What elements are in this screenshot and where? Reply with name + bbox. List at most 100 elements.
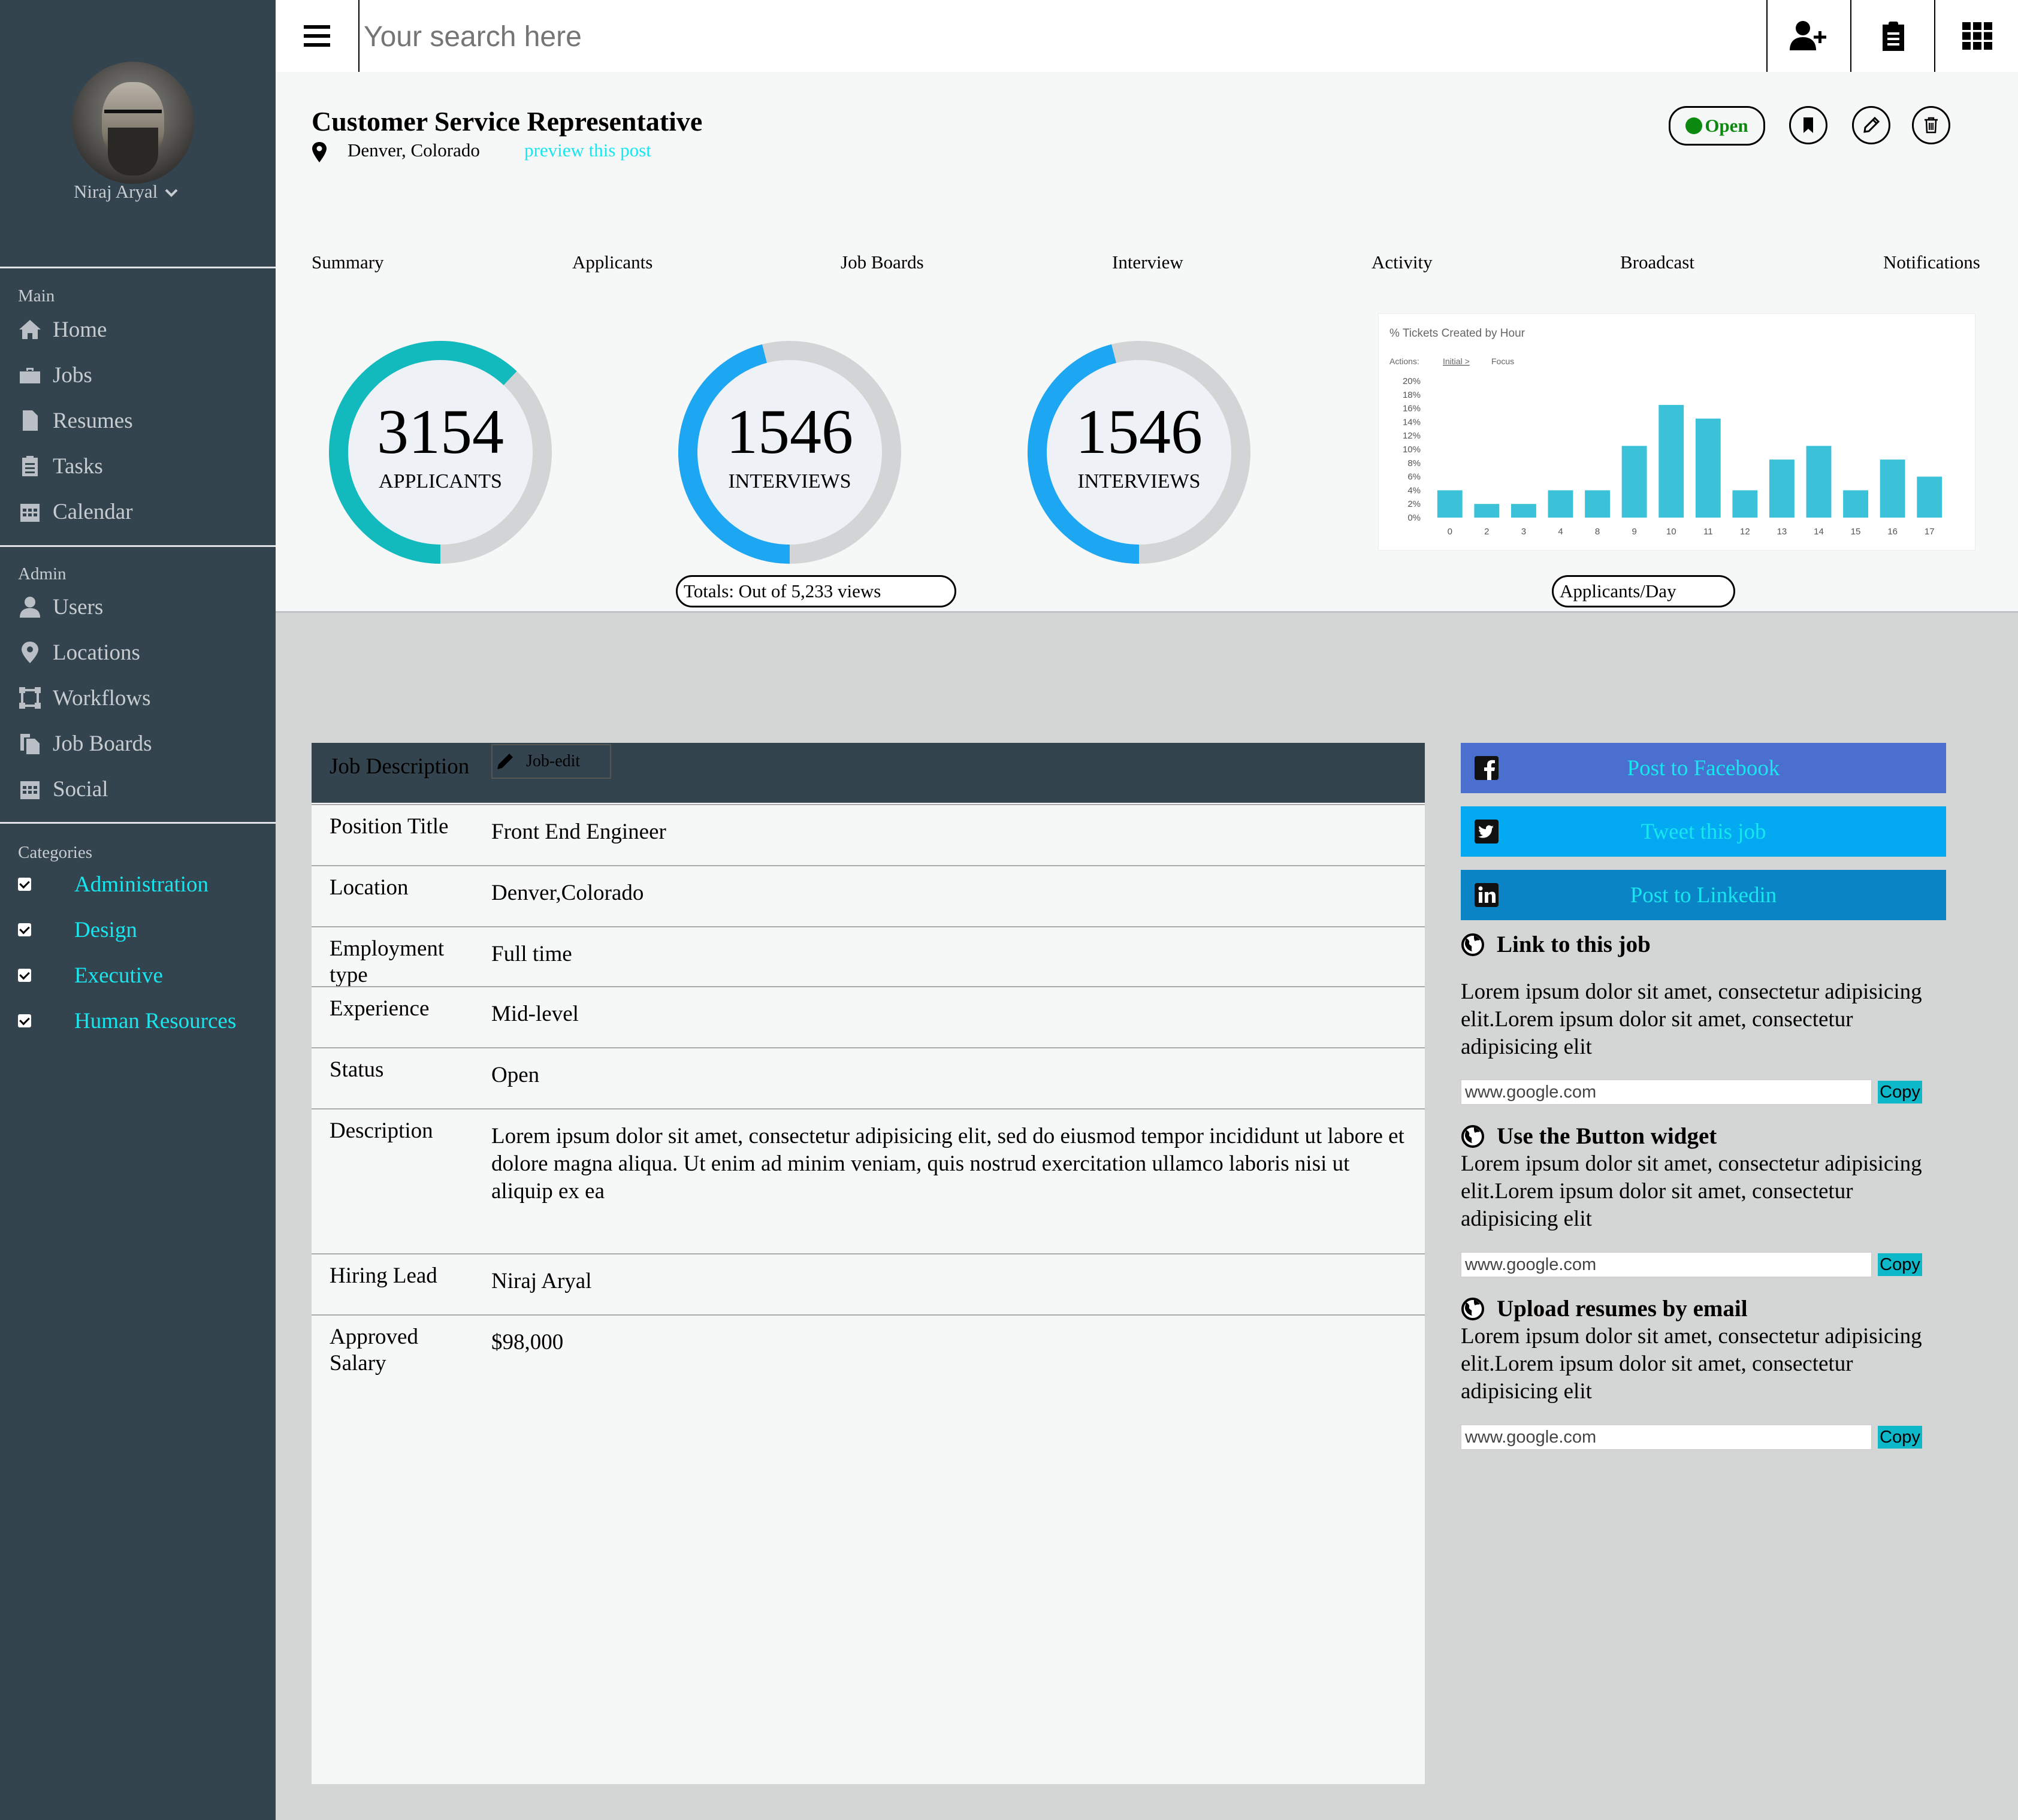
workflow-icon (19, 687, 41, 709)
user-icon (20, 597, 40, 618)
table-row: Hiring Lead Niraj Aryal (312, 1253, 1425, 1314)
avatar[interactable] (72, 62, 194, 184)
top-bar (276, 0, 2018, 72)
search-input[interactable] (362, 12, 1563, 61)
tweet-job-button[interactable]: Tweet this job (1461, 806, 1946, 857)
category-checkbox[interactable] (18, 923, 31, 936)
x-tick-label: 8 (1595, 527, 1600, 537)
sidebar-item-home[interactable]: Home (18, 312, 107, 347)
sidebar-item-social[interactable]: Social (18, 771, 108, 807)
category-administration[interactable]: Administration (18, 866, 209, 902)
sidebar-divider (0, 545, 276, 547)
job-header: Customer Service Representative Denver, … (276, 72, 2018, 613)
sidebar-item-jobs[interactable]: Jobs (18, 357, 92, 393)
y-tick-label: 18% (1403, 390, 1421, 400)
job-link-input[interactable] (1461, 1080, 1872, 1105)
category-human-resources[interactable]: Human Resources (18, 1003, 236, 1039)
chart-actions-label: Actions: (1389, 356, 1419, 366)
x-tick-label: 3 (1521, 527, 1526, 537)
applicants-day-label: Applicants/Day (1552, 575, 1735, 607)
sidebar-item-job-boards[interactable]: Job Boards (18, 725, 152, 761)
stat-label: INTERVIEWS (728, 470, 851, 492)
category-checkbox[interactable] (18, 969, 31, 982)
sidebar-item-label: Workflows (53, 685, 151, 711)
tab-activity[interactable]: Activity (1371, 252, 1433, 273)
calendar-icon (20, 504, 40, 522)
row-label: Approved Salary (330, 1325, 418, 1375)
x-tick-label: 15 (1851, 527, 1861, 537)
user-menu[interactable]: Niraj Aryal (0, 181, 252, 202)
post-to-linkedin-button[interactable]: Post to Linkedin (1461, 870, 1946, 920)
hamburger-icon (304, 25, 330, 47)
y-tick-label: 14% (1403, 417, 1421, 427)
chart-bar (1474, 504, 1500, 518)
copy-button[interactable]: Copy (1878, 1081, 1922, 1104)
preview-post-link[interactable]: preview this post (524, 140, 651, 161)
category-label: Executive (74, 963, 163, 988)
chevron-down-icon (165, 189, 178, 197)
bookmark-button[interactable] (1789, 106, 1827, 144)
x-tick-label: 2 (1484, 527, 1489, 537)
clipboard-button[interactable] (1850, 0, 1935, 72)
share-label: Tweet this job (1641, 819, 1766, 844)
category-checkbox[interactable] (18, 1014, 31, 1027)
table-row: Experience Mid-level (312, 986, 1425, 1047)
widget-link-input[interactable] (1461, 1252, 1872, 1277)
copy-button[interactable]: Copy (1878, 1253, 1922, 1276)
user-name: Niraj Aryal (73, 181, 158, 202)
add-user-button[interactable] (1766, 0, 1851, 72)
sidebar-item-locations[interactable]: Locations (18, 634, 140, 670)
row-value: Open (491, 1063, 540, 1087)
row-label: Description (330, 1118, 433, 1143)
sidebar-item-resumes[interactable]: Resumes (18, 403, 133, 439)
category-checkbox[interactable] (18, 878, 31, 891)
y-tick-label: 6% (1407, 472, 1421, 482)
interviews-stat: 1546 INTERVIEWS (1025, 338, 1253, 566)
grid-icon (1962, 22, 1992, 50)
tab-applicants[interactable]: Applicants (572, 252, 652, 273)
category-executive[interactable]: Executive (18, 957, 163, 993)
sidebar-item-workflows[interactable]: Workflows (18, 680, 151, 716)
chart-bar (1806, 446, 1832, 518)
tickets-chart: % Tickets Created by Hour Actions: Initial… (1378, 313, 1975, 551)
job-edit-label: Job-edit (526, 752, 581, 770)
tab-job-boards[interactable]: Job Boards (841, 252, 924, 273)
edit-button[interactable] (1852, 106, 1890, 144)
sidebar-item-users[interactable]: Users (18, 589, 103, 625)
upload-resumes-heading: Upload resumes by email (1461, 1295, 1748, 1322)
link-to-job-heading: Link to this job (1461, 931, 1651, 958)
job-description-title: Job Description (330, 754, 470, 779)
tab-interview[interactable]: Interview (1112, 252, 1183, 273)
tab-summary[interactable]: Summary (312, 252, 384, 273)
tab-broadcast[interactable]: Broadcast (1620, 252, 1694, 273)
sidebar-item-label: Resumes (53, 408, 133, 433)
delete-button[interactable] (1912, 106, 1950, 144)
sidebar-item-tasks[interactable]: Tasks (18, 448, 103, 484)
post-to-facebook-button[interactable]: Post to Facebook (1461, 743, 1946, 793)
map-pin-icon (312, 142, 327, 162)
sidebar-item-label: Social (53, 776, 108, 802)
chart-bar (1917, 476, 1943, 518)
tab-notifications[interactable]: Notifications (1883, 252, 1980, 273)
sidebar-item-calendar[interactable]: Calendar (18, 494, 133, 530)
x-tick-label: 4 (1558, 527, 1563, 537)
row-value: Full time (491, 942, 572, 966)
chart-bar (1548, 490, 1573, 518)
x-tick-label: 11 (1703, 527, 1713, 537)
globe-icon (1461, 1124, 1484, 1148)
apps-grid-button[interactable] (1934, 0, 2018, 72)
menu-button[interactable] (276, 0, 360, 72)
email-link-input[interactable] (1461, 1425, 1872, 1450)
section-description: Lorem ipsum dolor sit amet, consectetur … (1461, 979, 1922, 1059)
sidebar-heading-main: Main (18, 286, 55, 306)
copy-button[interactable]: Copy (1878, 1426, 1922, 1449)
job-edit-button[interactable]: Job-edit (491, 744, 611, 779)
chart-bar (1511, 504, 1536, 518)
sidebar-item-label: Users (53, 594, 104, 619)
status-badge[interactable]: Open (1669, 106, 1765, 146)
clipboard-list-icon (1883, 22, 1904, 51)
chart-bar (1732, 490, 1758, 518)
category-design[interactable]: Design (18, 912, 137, 948)
sidebar-item-label: Home (53, 317, 107, 342)
table-row: Employment type Full time (312, 926, 1425, 987)
